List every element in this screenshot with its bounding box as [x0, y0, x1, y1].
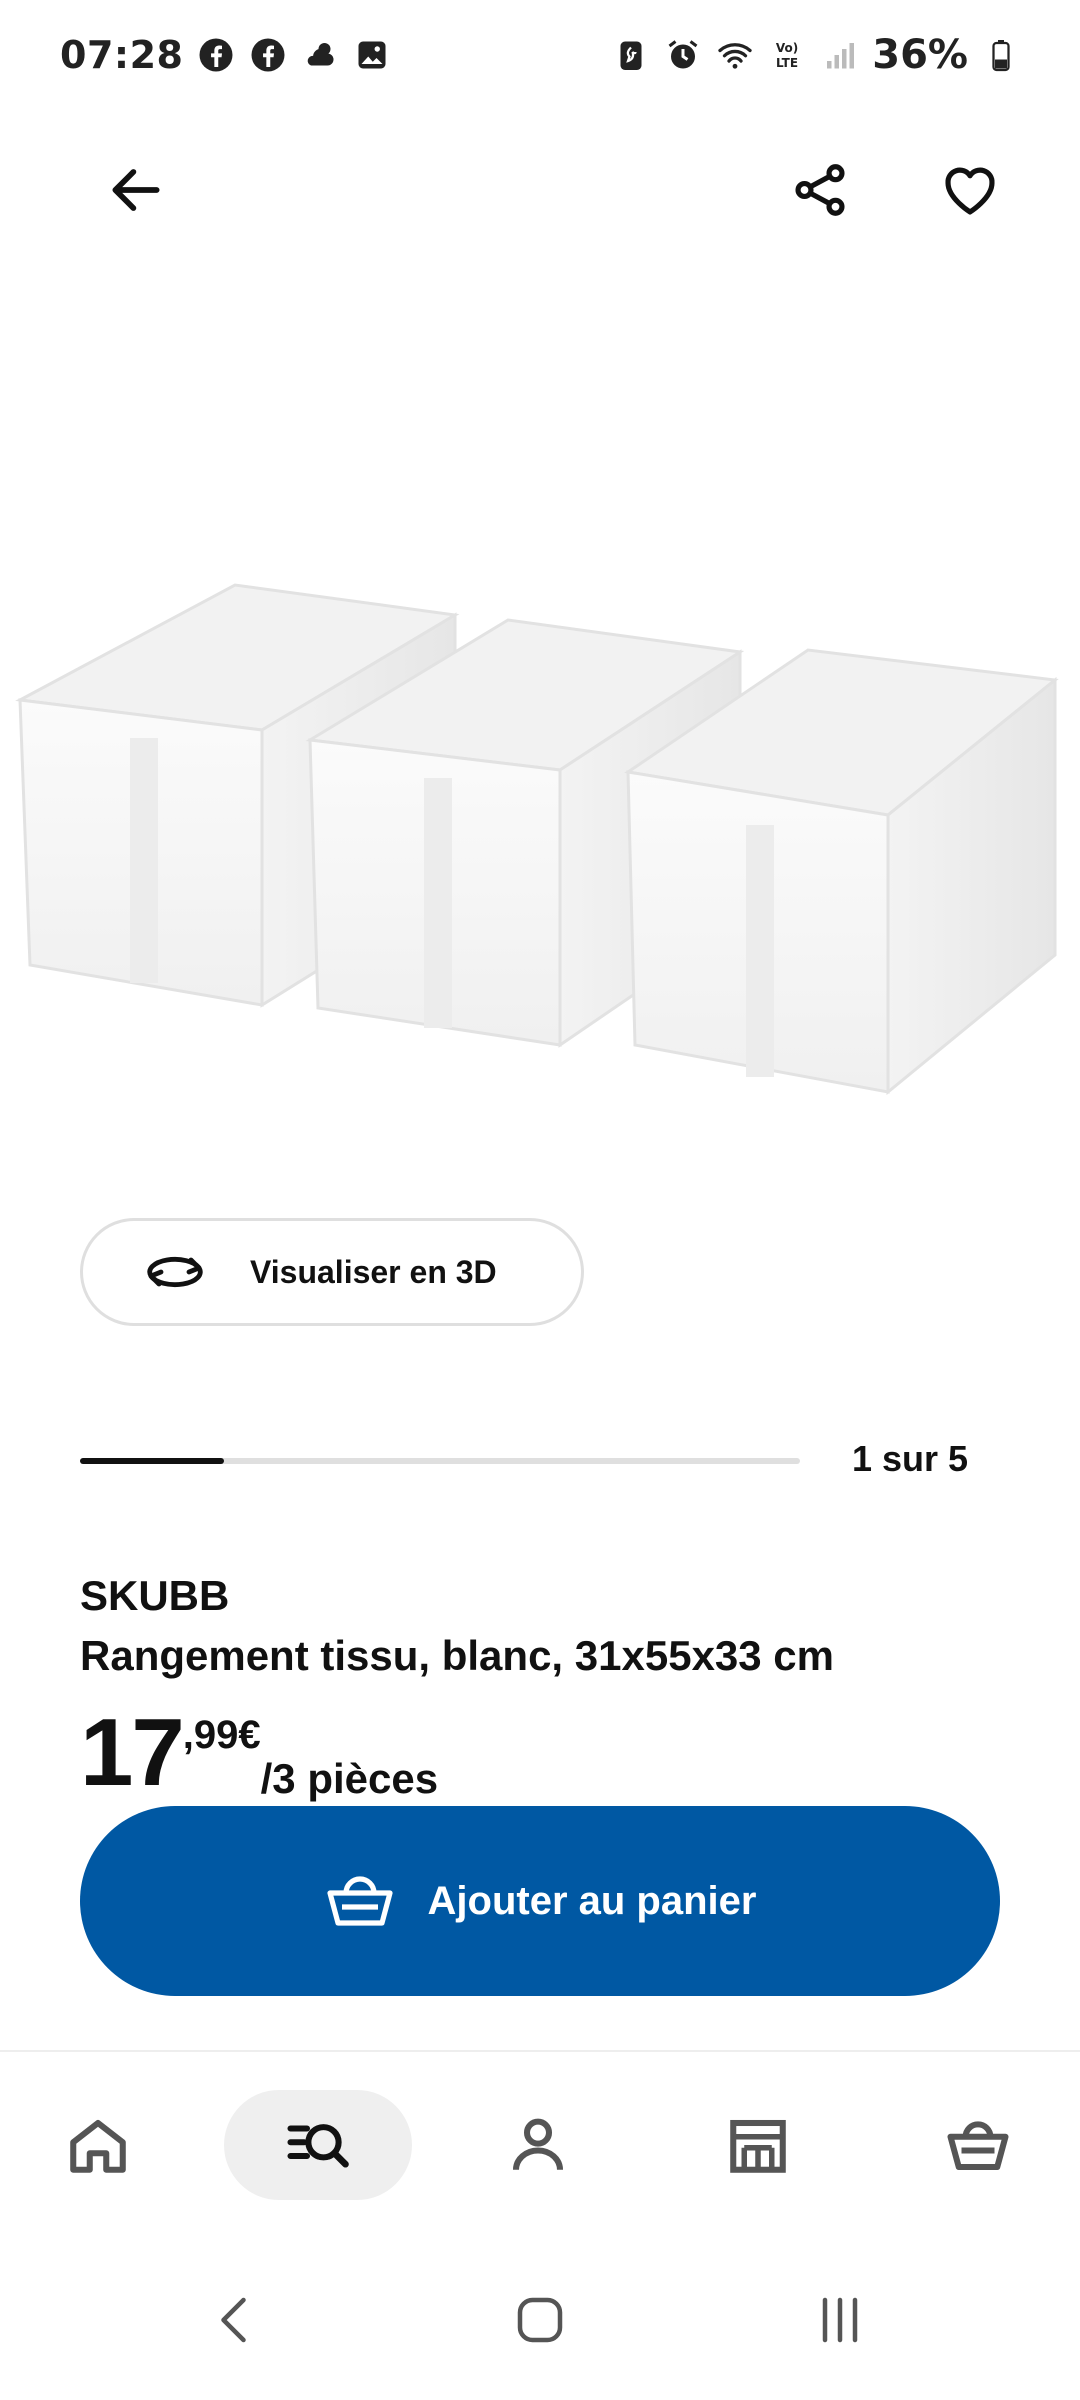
battery-saver-icon	[612, 36, 650, 74]
nav-divider	[0, 2050, 1080, 2052]
storage-boxes-image	[15, 583, 1059, 1096]
home-icon	[70, 2119, 126, 2173]
facebook-icon	[197, 36, 235, 74]
status-left: 07:28	[60, 33, 391, 77]
weather-icon	[301, 36, 339, 74]
gallery-icon	[353, 36, 391, 74]
share-button[interactable]	[770, 140, 870, 240]
add-to-cart-label: Ajouter au panier	[427, 1878, 757, 1923]
heart-icon	[945, 167, 995, 215]
product-image[interactable]	[0, 270, 1080, 1150]
nav-home[interactable]	[4, 2090, 192, 2200]
view-3d-label: Visualiser en 3D	[250, 1253, 497, 1290]
home-square-icon	[517, 2297, 563, 2343]
signal-icon	[820, 36, 858, 74]
facebook-icon	[249, 36, 287, 74]
carousel-counter: 1 sur 5	[852, 1438, 969, 1479]
price-decimal: ,99€	[182, 1713, 261, 1757]
product-name: SKUBB	[80, 1572, 230, 1619]
share-icon	[795, 164, 845, 216]
battery-icon	[982, 36, 1020, 74]
product-screen: 07:28 Vo) LTE 36% Visualiser en 3D 1 sur…	[0, 0, 1080, 2400]
volte-icon: Vo) LTE	[768, 36, 806, 74]
carousel-progress	[80, 1458, 800, 1464]
nav-basket[interactable]	[884, 2090, 1072, 2200]
status-right: Vo) LTE 36%	[612, 32, 1020, 78]
status-time: 07:28	[60, 33, 184, 77]
product-description: Rangement tissu, blanc, 31x55x33 cm	[80, 1632, 835, 1679]
back-button[interactable]	[86, 140, 186, 240]
chevron-left-icon	[221, 2297, 246, 2343]
search-icon	[287, 2124, 349, 2168]
profile-icon	[512, 2118, 564, 2170]
basket-icon	[947, 2121, 1009, 2171]
svg-text:Vo): Vo)	[776, 41, 798, 55]
rotate-3d-icon	[147, 1256, 203, 1288]
basket-icon	[326, 1876, 393, 1926]
top-action-bar	[0, 140, 1080, 250]
nav-store[interactable]	[664, 2090, 852, 2200]
status-bar: 07:28 Vo) LTE 36%	[0, 0, 1080, 110]
wifi-icon	[716, 36, 754, 74]
nav-profile[interactable]	[444, 2090, 632, 2200]
favorite-button[interactable]	[920, 140, 1020, 240]
price-unit: /3 pièces	[260, 1755, 439, 1802]
system-navigation	[0, 2270, 1080, 2370]
recents-icon	[822, 2297, 858, 2343]
system-back-button[interactable]	[176, 2270, 296, 2370]
product-price: 17 ,99€ /3 pièces	[80, 1705, 438, 1803]
bottom-navigation	[0, 2090, 1080, 2200]
alarm-icon	[664, 36, 702, 74]
battery-percent: 36%	[872, 32, 968, 78]
price-integer: 17	[80, 1699, 185, 1806]
arrow-left-icon	[112, 169, 160, 211]
carousel-progress-fill	[80, 1458, 224, 1464]
system-recents-button[interactable]	[780, 2270, 900, 2370]
view-3d-button[interactable]: Visualiser en 3D	[80, 1218, 584, 1326]
store-icon	[730, 2119, 786, 2173]
system-home-button[interactable]	[480, 2270, 600, 2370]
svg-text:LTE: LTE	[776, 56, 798, 70]
nav-search[interactable]	[224, 2090, 412, 2200]
add-to-cart-button[interactable]: Ajouter au panier	[80, 1806, 1000, 1996]
